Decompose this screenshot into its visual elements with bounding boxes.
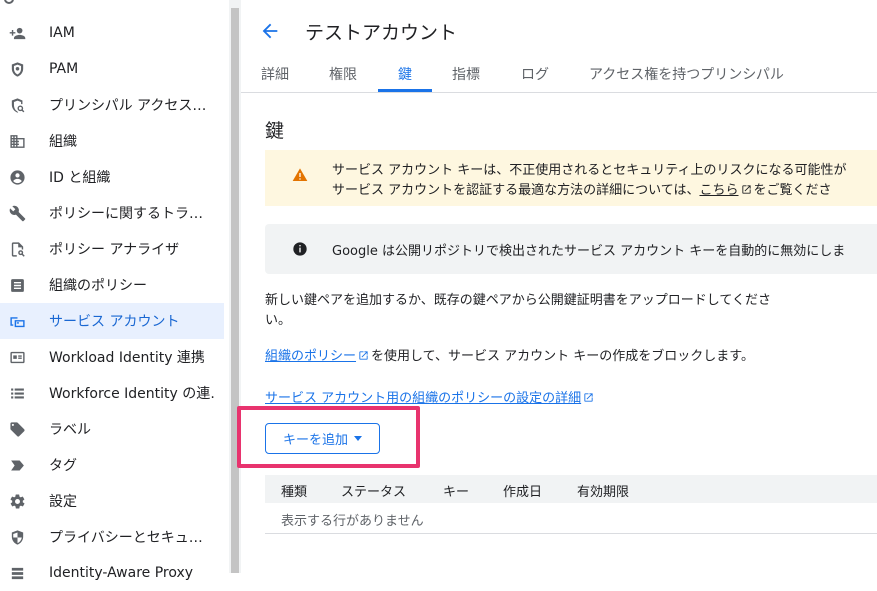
tab-metrics[interactable]: 指標 [452,56,480,92]
warning-text-line2: サービス アカウントを認証する最適な方法の詳細については、こちら をご覧くださ [332,179,832,198]
column-header-type[interactable]: 種類 [281,481,307,500]
sidebar-item-label: Workload Identity 連携 [49,350,205,366]
proxy-icon [8,564,26,582]
sidebar-item-tags[interactable]: タグ [0,447,224,483]
warning-icon [292,167,308,183]
sidebar-item-label: ラベル [49,422,91,438]
empty-table-text: 表示する行がありません [281,514,424,529]
info-banner: Google は公開リポジトリで検出されたサービス アカウント キーを自動的に無… [265,224,877,274]
sidebar-item-privacy-security[interactable]: プライバシーとセキュ… [0,519,224,555]
warning-learn-more-link[interactable]: こちら [699,183,738,198]
org-policy-details-link[interactable]: サービス アカウント用の組織のポリシーの設定の詳細 [265,391,581,406]
warning-text-line1: サービス アカウント キーは、不正使用されるとセキュリティ上のリスクになる可能性… [332,163,847,178]
external-link-icon [584,393,593,402]
sidebar-item-workload-identity[interactable]: Workload Identity 連携 [0,339,224,375]
sidebar-item-service-accounts[interactable]: サービス アカウント [0,303,224,339]
warning-text-suffix: をご覧くださ [753,183,832,198]
sidebar-item-label: 組織 [49,134,77,150]
shield-icon [8,60,26,78]
sidebar-item-principal-access[interactable]: プリンシパル アクセス… [0,87,224,123]
external-link-icon [359,351,368,360]
sidebar-scrollbar-thumb[interactable] [231,8,239,573]
domain-icon [8,132,26,150]
section-title: 鍵 [265,120,285,142]
org-policy-text: を使用して、サービス アカウント キーの作成をブロックします。 [371,349,754,364]
add-key-button[interactable]: キーを追加 [265,423,380,454]
policy-shield-icon [8,96,26,114]
wrench-icon [8,204,26,222]
tab-principals-with-access[interactable]: アクセス権を持つプリンシパル [589,56,784,92]
org-policy-details-paragraph: サービス アカウント用の組織のポリシーの設定の詳細 [265,387,596,406]
info-icon [292,241,308,257]
column-header-created[interactable]: 作成日 [503,481,542,500]
privacy-shield-icon [8,528,26,546]
column-header-status[interactable]: ステータス [341,481,406,500]
org-policy-link[interactable]: 組織のポリシー [265,349,356,364]
id-card-icon [8,348,26,366]
sidebar-item-policy-analyzer[interactable]: ポリシー アナライザ [0,231,224,267]
sidebar-item-label: 設定 [49,494,77,510]
sidebar-item-iam[interactable]: IAM [0,15,224,51]
sidebar-item-workforce-identity[interactable]: Workforce Identity の連… [0,375,224,411]
sidebar-item-label: ID と組織 [49,170,111,186]
sidebar-item-label: ポリシーに関するトラ… [49,206,203,222]
person-add-icon [8,24,26,42]
sidebar-item-label: PAM [49,61,79,77]
warning-text-prefix: サービス アカウントを認証する最適な方法の詳細については、 [332,183,700,198]
partial-icon [4,0,14,4]
sidebar-item-label: 組織のポリシー [49,278,147,294]
service-account-icon [8,312,26,330]
sidebar-item-pam[interactable]: PAM [0,51,224,87]
sidebar-item-org-policies[interactable]: 組織のポリシー [0,267,224,303]
label-arrow-icon [8,456,26,474]
tab-details[interactable]: 詳細 [261,56,289,92]
add-key-button-label: キーを追加 [282,433,348,448]
sidebar-item-label: Workforce Identity の連… [49,386,214,402]
tab-bar: 詳細 権限 鍵 指標 ログ アクセス権を持つプリンシパル [241,56,877,93]
sidebar-item-label: Identity-Aware Proxy [49,565,194,581]
column-header-expires[interactable]: 有効期限 [577,481,629,500]
sidebar-item-label: サービス アカウント [49,314,180,330]
list-icon [8,384,26,402]
tag-icon [8,420,26,438]
sidebar-item-label: プライバシーとセキュ… [49,530,203,546]
tab-permissions[interactable]: 権限 [329,56,357,92]
sidebar-item-label: タグ [49,458,77,474]
column-header-key[interactable]: キー [443,481,469,500]
table-empty-row: 表示する行がありません [265,503,877,534]
sidebar-item-policy-troubleshooter[interactable]: ポリシーに関するトラ… [0,195,224,231]
account-circle-icon [8,168,26,186]
back-arrow-icon[interactable] [259,20,281,42]
sidebar-item-label: IAM [49,25,75,41]
sidebar-item-labels[interactable]: ラベル [0,411,224,447]
org-policy-paragraph: 組織のポリシー を使用して、サービス アカウント キーの作成をブロックします。 [265,347,795,367]
add-key-description: 新しい鍵ペアを追加するか、既存の鍵ペアから公開鍵証明書をアップロードしてください… [265,293,771,328]
sidebar-item-organization[interactable]: 組織 [0,123,224,159]
sidebar-item-identity-aware-proxy[interactable]: Identity-Aware Proxy [0,555,224,591]
page-title: テストアカウント [305,22,458,44]
list-document-icon [8,276,26,294]
tab-logs[interactable]: ログ [521,56,549,92]
sidebar-item-id-and-org[interactable]: ID と組織 [0,159,224,195]
sidebar-item-settings[interactable]: 設定 [0,483,224,519]
sidebar: IAM PAM プリンシパル アクセス… 組織 ID と組織 ポリシーに関するト… [0,0,229,581]
tab-keys[interactable]: 鍵 [378,56,432,92]
sidebar-item-label: ポリシー アナライザ [49,242,180,258]
keys-table-header: 種類 ステータス キー 作成日 有効期限 [265,475,877,503]
external-link-icon [741,185,751,194]
warning-banner: サービス アカウント キーは、不正使用されるとセキュリティ上のリスクになる可能性… [265,150,877,206]
document-search-icon [8,240,26,258]
caret-down-icon [354,436,362,441]
info-text: Google は公開リポジトリで検出されたサービス アカウント キーを自動的に無… [332,244,846,259]
sidebar-item-label: プリンシパル アクセス… [49,98,207,114]
gear-icon [8,492,26,510]
